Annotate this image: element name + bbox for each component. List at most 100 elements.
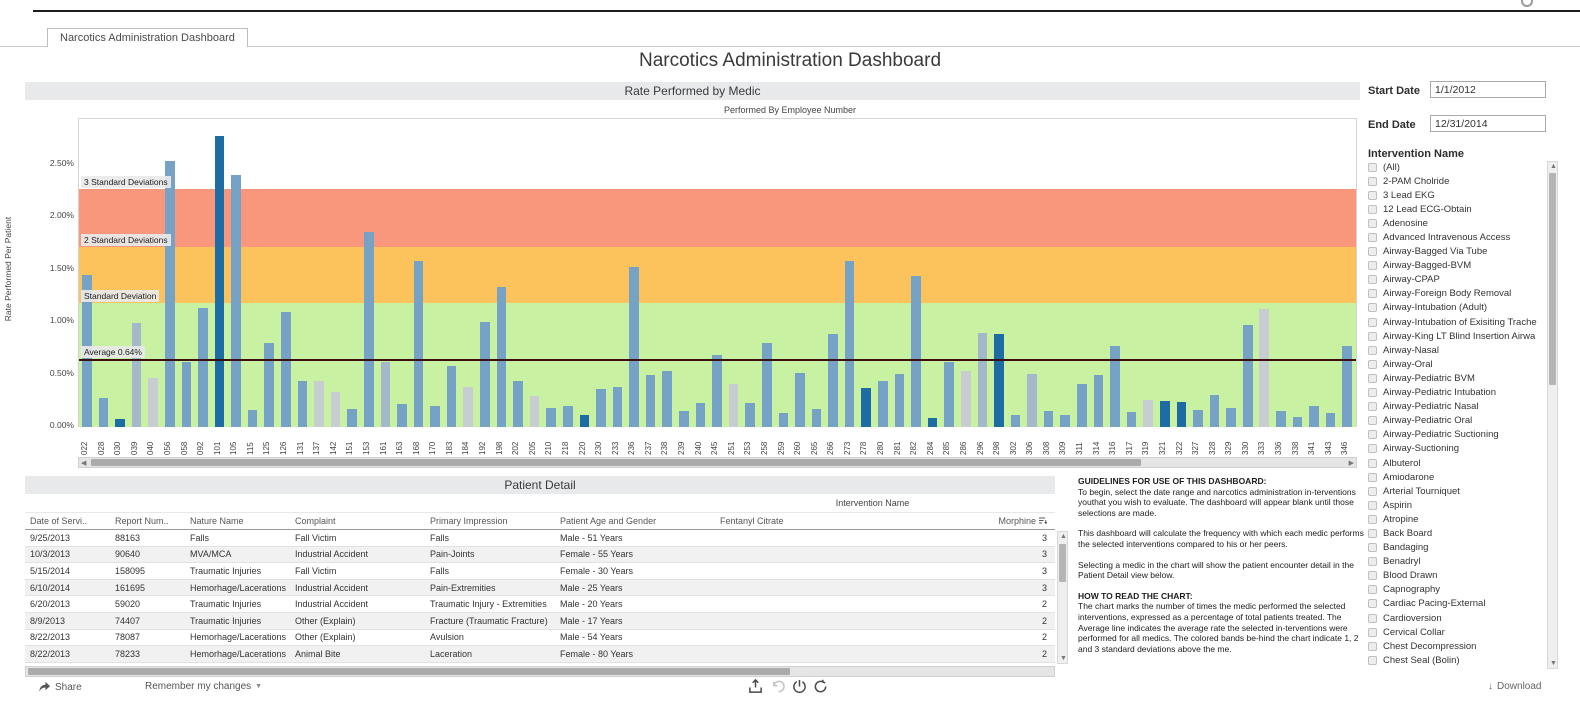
intervention-option[interactable]: Airway-Foreign Body Removal — [1368, 287, 1540, 301]
bar-medic-101[interactable] — [214, 135, 225, 427]
bar-medic-322[interactable] — [1176, 401, 1187, 427]
intervention-option[interactable]: Cardiac Pacing-External — [1368, 597, 1540, 611]
checkbox[interactable] — [1368, 402, 1377, 412]
bar-medic-328[interactable] — [1209, 394, 1220, 427]
bar-medic-131[interactable] — [297, 380, 308, 427]
checkbox[interactable] — [1368, 247, 1377, 257]
scroll-up-icon[interactable]: ▲ — [1060, 532, 1067, 541]
intervention-option[interactable]: Airway-CPAP — [1368, 273, 1540, 287]
bar-medic-317[interactable] — [1126, 412, 1137, 427]
bar-medic-296[interactable] — [977, 332, 988, 427]
intervention-option[interactable]: Atropine — [1368, 512, 1540, 526]
export-icon[interactable] — [748, 679, 763, 694]
intervention-option[interactable]: Aspirin — [1368, 498, 1540, 512]
bar-medic-125[interactable] — [264, 343, 275, 427]
column-header[interactable]: Nature Name — [185, 516, 290, 526]
intervention-option[interactable]: Blood Drawn — [1368, 569, 1540, 583]
checkbox[interactable] — [1368, 218, 1377, 228]
end-date-input[interactable] — [1430, 115, 1546, 132]
bar-medic-218[interactable] — [562, 406, 573, 427]
checkbox[interactable] — [1368, 261, 1377, 271]
bar-medic-308[interactable] — [1043, 411, 1054, 427]
bar-medic-238[interactable] — [662, 371, 673, 427]
intervention-option[interactable]: Albuterol — [1368, 456, 1540, 470]
table-row[interactable]: 10/3/2013 90640 MVA/MCA Industrial Accident… — [25, 546, 1055, 564]
bar-medic-319[interactable] — [1143, 399, 1153, 427]
bar-medic-153[interactable] — [363, 232, 374, 427]
bar-medic-161[interactable] — [380, 362, 391, 427]
checkbox[interactable] — [1368, 613, 1377, 623]
bar-medic-220[interactable] — [579, 415, 590, 427]
checkbox[interactable] — [1368, 641, 1377, 651]
intervention-option[interactable]: Airway-Intubation (Adult) — [1368, 301, 1540, 315]
bar-medic-058[interactable] — [181, 362, 192, 427]
checkbox[interactable] — [1368, 331, 1377, 341]
intervention-option[interactable]: Bandaging — [1368, 541, 1540, 555]
checkbox[interactable] — [1368, 557, 1377, 567]
intervention-option[interactable]: 2-PAM Cholride — [1368, 174, 1540, 188]
bar-medic-115[interactable] — [247, 410, 258, 427]
remember-changes-button[interactable]: Remember my changes ▼ — [145, 681, 262, 692]
bar-medic-258[interactable] — [761, 343, 772, 427]
intervention-option[interactable]: Back Board — [1368, 526, 1540, 540]
table-scrollbar-thumb[interactable] — [1059, 544, 1066, 582]
bar-medic-151[interactable] — [347, 409, 357, 427]
bar-medic-281[interactable] — [894, 373, 905, 427]
bar-medic-341[interactable] — [1309, 406, 1319, 427]
checkbox[interactable] — [1368, 458, 1377, 468]
intervention-option[interactable]: Airway-Pediatric Suctioning — [1368, 428, 1540, 442]
bar-medic-239[interactable] — [679, 411, 689, 427]
intervention-option[interactable]: Arterial Tourniquet — [1368, 484, 1540, 498]
bar-medic-266[interactable] — [828, 333, 838, 427]
checkbox[interactable] — [1368, 176, 1377, 186]
filter-list-scrollbar[interactable]: ▲ ▼ — [1547, 161, 1558, 669]
table-row[interactable]: 6/10/2014 161695 Hemorhage/Lacerations Indu… — [25, 579, 1055, 597]
checkbox[interactable] — [1368, 472, 1377, 482]
bar-medic-028[interactable] — [98, 397, 109, 427]
share-button[interactable]: Share — [38, 681, 82, 693]
scroll-down-icon[interactable]: ▼ — [1060, 654, 1067, 663]
column-header[interactable]: Report Num.. — [110, 516, 185, 526]
bar-medic-311[interactable] — [1077, 384, 1087, 427]
scroll-down-icon[interactable]: ▼ — [1550, 659, 1557, 668]
bar-medic-260[interactable] — [795, 372, 805, 427]
bar-medic-163[interactable] — [397, 403, 407, 427]
checkbox[interactable] — [1368, 345, 1377, 355]
intervention-option[interactable]: Cardioversion — [1368, 611, 1540, 625]
intervention-option[interactable]: Adenosine — [1368, 216, 1540, 230]
bar-medic-137[interactable] — [314, 380, 324, 427]
intervention-option[interactable]: Advanced Intravenous Access — [1368, 230, 1540, 244]
intervention-option[interactable]: 3 Lead EKG — [1368, 188, 1540, 202]
intervention-option[interactable]: Cervical Collar — [1368, 625, 1540, 639]
intervention-option[interactable]: Airway-King LT Blind Insertion Airwa — [1368, 329, 1540, 343]
bar-medic-040[interactable] — [148, 377, 158, 427]
filter-scrollbar-thumb[interactable] — [1549, 173, 1556, 385]
table-vertical-scrollbar[interactable]: ▲ ▼ — [1057, 531, 1068, 664]
intervention-option[interactable]: Airway-Pediatric Oral — [1368, 414, 1540, 428]
bar-medic-233[interactable] — [612, 387, 623, 427]
bar-medic-273[interactable] — [844, 261, 855, 427]
bar-medic-302[interactable] — [1010, 415, 1021, 427]
bar-medic-183[interactable] — [446, 366, 457, 427]
intervention-option[interactable]: Airway-Pediatric BVM — [1368, 371, 1540, 385]
scroll-right-icon[interactable]: ▶ — [1349, 459, 1354, 468]
intervention-option[interactable]: Amiodarone — [1368, 470, 1540, 484]
checkbox[interactable] — [1368, 233, 1377, 243]
column-header[interactable]: Date of Servi.. — [25, 516, 110, 526]
checkbox[interactable] — [1368, 303, 1377, 313]
table-horizontal-scrollbar[interactable] — [25, 666, 1055, 677]
bar-chart-plot[interactable]: Standard Deviation 2 Standard Deviations 3… — [78, 118, 1357, 427]
intervention-option[interactable]: Airway-Bagged-BVM — [1368, 259, 1540, 273]
table-row[interactable]: 6/20/2013 59020 Traumatic Injuries Industri… — [25, 596, 1055, 613]
intervention-option[interactable]: Benadryl — [1368, 555, 1540, 569]
intervention-option[interactable]: Chest Seal (Bolin) — [1368, 653, 1540, 667]
bar-medic-309[interactable] — [1060, 415, 1071, 427]
column-header[interactable]: Patient Age and Gender — [555, 516, 715, 526]
checkbox[interactable] — [1368, 528, 1377, 538]
bar-medic-039[interactable] — [131, 323, 142, 427]
checkbox[interactable] — [1368, 500, 1377, 510]
bar-medic-282[interactable] — [911, 276, 921, 427]
bar-medic-329[interactable] — [1226, 408, 1236, 427]
table-hscrollbar-thumb[interactable] — [28, 668, 790, 675]
bar-medic-285[interactable] — [944, 362, 954, 427]
